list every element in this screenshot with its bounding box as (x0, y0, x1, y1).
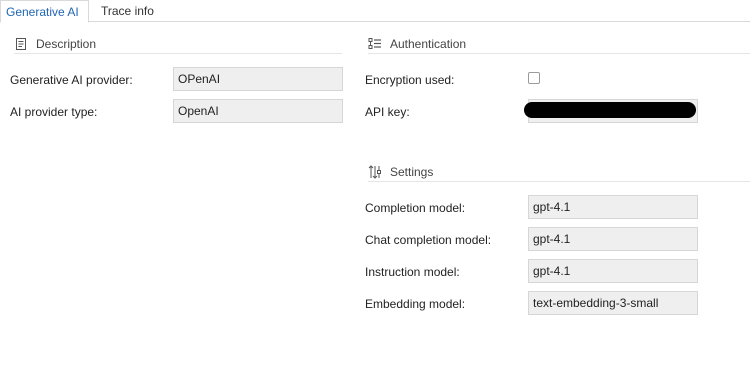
authentication-section-header: Authentication (368, 35, 750, 54)
settings-sliders-icon (368, 165, 381, 179)
instruction-model-label: Instruction model: (365, 265, 460, 279)
description-title: Description (36, 37, 97, 51)
provider-type-label: AI provider type: (10, 105, 98, 119)
document-icon (16, 38, 26, 50)
completion-model-label: Completion model: (365, 201, 466, 215)
chat-completion-model-field[interactable]: gpt-4.1 (528, 227, 698, 251)
authentication-icon (368, 38, 381, 49)
api-key-label: API key: (365, 105, 410, 119)
settings-section-header: Settings (368, 163, 750, 182)
encryption-label: Encryption used: (365, 73, 455, 87)
tab-bar: Generative AI Trace info (0, 0, 750, 23)
redaction-mark (524, 102, 696, 118)
provider-type-field[interactable]: OpenAI (173, 99, 343, 123)
authentication-title: Authentication (390, 37, 467, 51)
embedding-model-label: Embedding model: (365, 297, 466, 311)
description-section-header: Description (14, 35, 342, 54)
tab-generative-ai[interactable]: Generative AI (0, 0, 89, 23)
embedding-model-field[interactable]: text-embedding-3-small (528, 291, 698, 315)
tab-trace-info[interactable]: Trace info (96, 0, 159, 22)
provider-field[interactable]: OPenAI (173, 67, 343, 91)
instruction-model-field[interactable]: gpt-4.1 (528, 259, 698, 283)
chat-completion-model-label: Chat completion model: (365, 233, 492, 247)
completion-model-field[interactable]: gpt-4.1 (528, 195, 698, 219)
settings-title: Settings (390, 165, 434, 179)
provider-label: Generative AI provider: (10, 73, 133, 87)
encryption-checkbox[interactable] (528, 72, 540, 84)
